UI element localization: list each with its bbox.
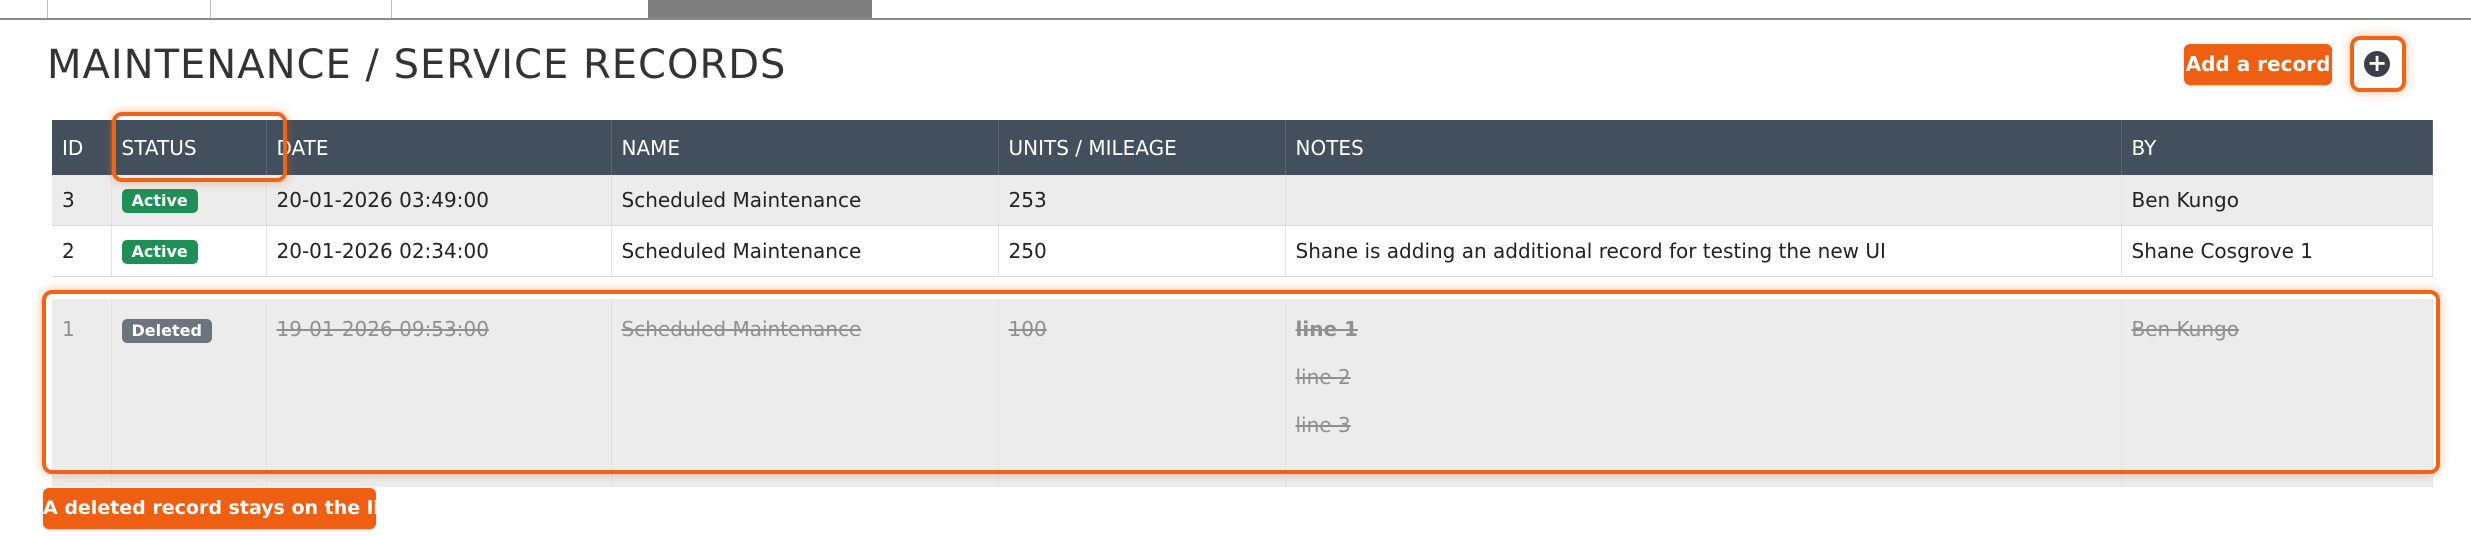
col-header-notes[interactable]: NOTES <box>1285 120 2122 175</box>
cell-id: 2 <box>52 225 112 277</box>
col-header-name[interactable]: NAME <box>611 120 999 175</box>
tab-active[interactable] <box>648 0 872 18</box>
tab-strip <box>0 0 2471 20</box>
status-badge: Active <box>121 189 198 213</box>
table-row[interactable]: 3 Active 20-01-2026 03:49:00 Scheduled M… <box>52 175 2433 226</box>
cell-name: Scheduled Maintenance <box>611 225 999 277</box>
tab-3[interactable] <box>391 0 649 18</box>
cell-by: Shane Cosgrove 1 <box>2121 225 2433 277</box>
status-badge: Active <box>121 240 198 264</box>
cell-name: Scheduled Maintenance <box>611 175 999 226</box>
col-header-by[interactable]: BY <box>2121 120 2433 175</box>
cell-date: 20-01-2026 02:34:00 <box>266 225 612 277</box>
cell-notes: Shane is adding an additional record for… <box>1285 225 2122 277</box>
cell-by: Ben Kungo <box>2121 175 2433 226</box>
table-header-row: ID STATUS DATE NAME UNITS / MILEAGE NOTE… <box>52 120 2433 175</box>
plus-circle-icon[interactable]: + <box>2364 51 2390 77</box>
cell-units: 253 <box>998 175 1286 226</box>
tab-2[interactable] <box>210 0 392 18</box>
cell-id: 3 <box>52 175 112 226</box>
add-record-button[interactable]: Add a record <box>2184 44 2332 85</box>
cell-status: Active <box>111 225 267 277</box>
deleted-record-note: A deleted record stays on the list <box>43 488 400 529</box>
status-column-callout <box>112 112 287 182</box>
col-header-date[interactable]: DATE <box>266 120 612 175</box>
col-header-units[interactable]: UNITS / MILEAGE <box>998 120 1286 175</box>
cell-status: Active <box>111 175 267 226</box>
cell-notes <box>1285 175 2122 226</box>
deleted-row-callout <box>42 290 2440 474</box>
cell-units: 250 <box>998 225 1286 277</box>
tab-1[interactable] <box>47 0 211 18</box>
page-title: MAINTENANCE / SERVICE RECORDS <box>47 42 787 88</box>
cell-date: 20-01-2026 03:49:00 <box>266 175 612 226</box>
col-header-id[interactable]: ID <box>52 120 112 175</box>
table-row[interactable]: 2 Active 20-01-2026 02:34:00 Scheduled M… <box>52 225 2433 277</box>
